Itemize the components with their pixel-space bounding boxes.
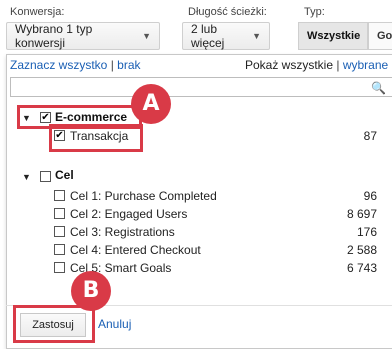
- caret-down-icon: ▼: [142, 31, 151, 41]
- link-separator: |: [110, 58, 114, 72]
- group-label-cel: Cel: [55, 168, 74, 182]
- item-count-cel-1: 96: [363, 189, 377, 203]
- type-option-all[interactable]: Wszystkie: [298, 22, 368, 50]
- show-selected-link[interactable]: wybrane: [343, 58, 388, 72]
- conversion-label: Konwersja:: [10, 6, 65, 18]
- select-all-link[interactable]: Zaznacz wszystko: [10, 58, 107, 72]
- item-label-cel-4: Cel 4: Entered Checkout: [70, 243, 201, 257]
- search-input[interactable]: 🔍: [10, 77, 392, 97]
- select-none-link[interactable]: brak: [117, 58, 140, 72]
- selection-links: Zaznacz wszystko | brak: [10, 58, 141, 72]
- item-count-cel-3: 176: [356, 225, 377, 239]
- item-checkbox-cel-1[interactable]: [54, 190, 65, 201]
- collapse-triangle-icon[interactable]: ▼: [22, 172, 31, 182]
- path-length-label: Długość ścieżki:: [188, 6, 267, 18]
- item-checkbox-cel-5[interactable]: [54, 262, 65, 273]
- item-label-cel-2: Cel 2: Engaged Users: [70, 207, 188, 221]
- link-separator: |: [336, 58, 340, 72]
- view-links: Pokaż wszystkie | wybrane: [245, 58, 388, 72]
- item-count-cel-4: 2 588: [346, 243, 377, 257]
- annotation-badge-a: A: [131, 84, 171, 124]
- item-checkbox-cel-2[interactable]: [54, 208, 65, 219]
- item-label-cel-3: Cel 3: Registrations: [70, 225, 175, 239]
- conversion-dropdown-value: Wybrano 1 typ konwersji: [15, 22, 93, 50]
- cancel-link[interactable]: Anuluj: [98, 317, 131, 331]
- item-count-transakcja: 87: [363, 129, 377, 143]
- group-checkbox-cel[interactable]: [40, 171, 51, 182]
- item-checkbox-cel-3[interactable]: [54, 226, 65, 237]
- conversion-dropdown[interactable]: Wybrano 1 typ konwersji ▼: [6, 22, 160, 50]
- item-label-cel-1: Cel 1: Purchase Completed: [70, 189, 217, 203]
- item-checkbox-cel-4[interactable]: [54, 244, 65, 255]
- annotation-badge-b: B: [71, 271, 111, 311]
- path-length-dropdown[interactable]: 2 lub więcej ▼: [182, 22, 270, 50]
- annotation-box-transakcja: [49, 124, 143, 152]
- annotation-box-apply: [13, 305, 95, 343]
- type-option-next[interactable]: Goo: [368, 22, 392, 50]
- path-length-dropdown-value: 2 lub więcej: [191, 22, 225, 50]
- caret-down-icon: ▼: [252, 31, 261, 41]
- item-count-cel-5: 6 743: [346, 261, 377, 275]
- item-count-cel-2: 8 697: [346, 207, 377, 221]
- show-all-link[interactable]: Pokaż wszystkie: [245, 58, 333, 72]
- search-icon[interactable]: 🔍: [371, 81, 386, 95]
- type-label: Typ:: [304, 6, 325, 18]
